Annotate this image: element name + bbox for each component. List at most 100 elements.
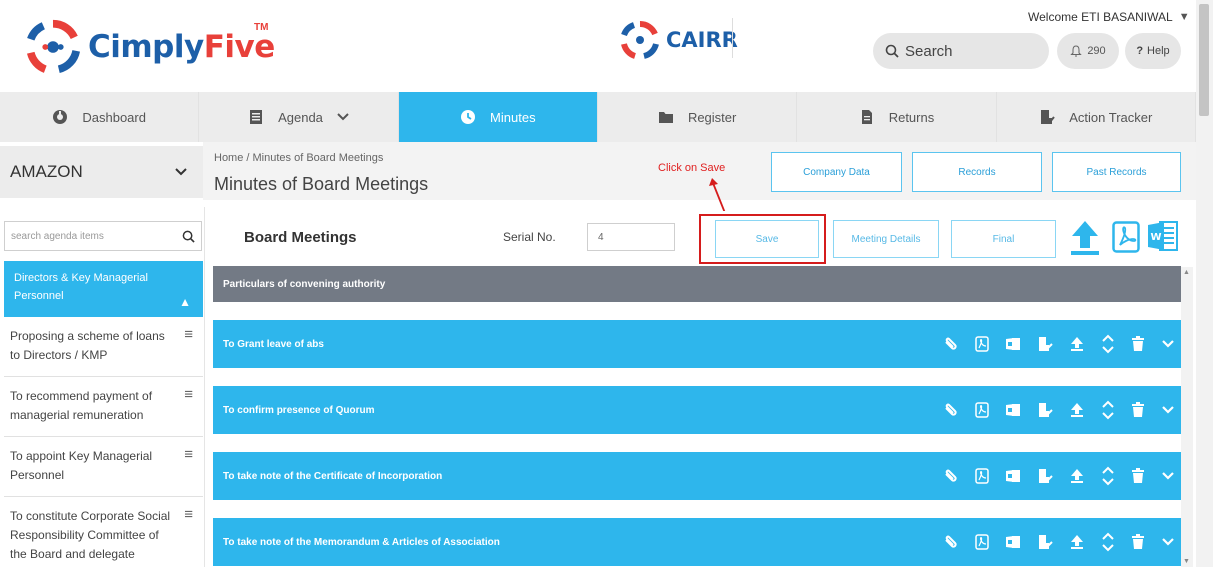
chevron-down-icon[interactable] [1161, 405, 1175, 415]
sidebar-item-loans-directors[interactable]: Proposing a scheme of loans to Directors… [4, 319, 203, 377]
notifications-button[interactable]: 290 [1057, 33, 1119, 69]
scroll-up-icon[interactable]: ▲ [1183, 269, 1190, 276]
drag-handle-icon[interactable]: ≡ [184, 385, 193, 404]
reorder-icon[interactable] [1101, 465, 1115, 487]
pdf-icon[interactable] [975, 336, 989, 352]
attachment-icon[interactable] [943, 336, 959, 352]
page-scrollbar-thumb[interactable] [1199, 4, 1209, 116]
sidebar-item-csr-committee[interactable]: To constitute Corporate Social Responsib… [4, 499, 203, 567]
minutes-panel: Board Meetings Serial No. 4 Save Meeting… [213, 211, 1181, 567]
serial-number-input[interactable]: 4 [587, 223, 675, 251]
sidebar-group-directors-kmp[interactable]: Directors & Key Managerial Personnel ▲ [4, 261, 203, 317]
trash-icon[interactable] [1131, 534, 1145, 550]
past-records-button[interactable]: Past Records [1052, 152, 1181, 192]
drag-handle-icon[interactable]: ≡ [184, 445, 193, 464]
breadcrumb[interactable]: Home / Minutes of Board Meetings [214, 152, 383, 164]
attachment-icon[interactable] [943, 402, 959, 418]
trash-icon[interactable] [1131, 468, 1145, 484]
sidebar-item-label: Proposing a scheme of loans to Directors… [10, 329, 165, 362]
word-icon[interactable]: W [1148, 219, 1178, 253]
upload-icon[interactable] [1069, 402, 1085, 418]
reorder-icon[interactable] [1101, 531, 1115, 553]
agenda-item-row[interactable]: To take note of the Certificate of Incor… [213, 452, 1181, 500]
page-scrollbar[interactable] [1196, 0, 1213, 567]
user-menu[interactable]: Welcome ETI BASANIWAL ▼ [1028, 10, 1190, 24]
agenda-item-row[interactable]: To take note of the Memorandum & Article… [213, 518, 1181, 566]
help-label: Help [1147, 45, 1170, 57]
meeting-toolbar: Board Meetings Serial No. 4 Save Meeting… [213, 211, 1181, 264]
agenda-item-title: To take note of the Certificate of Incor… [223, 470, 443, 482]
company-data-button[interactable]: Company Data [771, 152, 902, 192]
sidebar-item-appoint-kmp[interactable]: To appoint Key Managerial Personnel ≡ [4, 439, 203, 497]
particulars-header[interactable]: Particulars of convening authority [213, 266, 1181, 302]
chevron-down-icon[interactable] [1161, 471, 1175, 481]
nav-agenda[interactable]: Agenda [199, 92, 399, 142]
question-icon: ? [1136, 45, 1144, 57]
action-tracker-icon [1041, 110, 1056, 124]
edit-document-icon[interactable] [1037, 402, 1053, 418]
cairr-logo[interactable]: CAIRR [620, 20, 738, 60]
nav-minutes-label: Minutes [490, 109, 536, 125]
nav-register-label: Register [687, 109, 737, 125]
cimplyfive-logo[interactable]: CimplyFive TM [24, 18, 275, 76]
help-button[interactable]: ? Help [1125, 33, 1181, 69]
company-selector[interactable]: AMAZON [0, 146, 203, 198]
edit-document-icon[interactable] [1037, 336, 1053, 352]
dashboard-icon [53, 110, 68, 124]
content-scrollbar[interactable]: ▲ ▼ [1181, 267, 1193, 567]
click-on-save-annotation: Click on Save [658, 162, 726, 174]
upload-icon[interactable] [1070, 220, 1100, 256]
search-button[interactable]: Search [873, 33, 1049, 69]
section-title: Board Meetings [244, 229, 357, 246]
pdf-icon[interactable] [975, 468, 989, 484]
agenda-search-input[interactable]: search agenda items [4, 221, 202, 251]
agenda-item-row[interactable]: To Grant leave of abs [213, 320, 1181, 368]
brand-name-part1: Cimply [88, 29, 204, 65]
upload-icon[interactable] [1069, 468, 1085, 484]
agenda-item-actions [943, 320, 1175, 368]
chevron-up-icon[interactable]: ▲ [179, 293, 191, 311]
chevron-down-icon[interactable] [1161, 537, 1175, 547]
upload-icon[interactable] [1069, 336, 1085, 352]
page-header: Home / Minutes of Board Meetings Minutes… [203, 142, 1196, 200]
scroll-down-icon[interactable]: ▼ [1183, 558, 1190, 565]
cairr-name: CAIRR [666, 28, 738, 52]
trash-icon[interactable] [1131, 336, 1145, 352]
final-button[interactable]: Final [951, 220, 1056, 258]
nav-action-tracker[interactable]: Action Tracker [997, 92, 1196, 142]
edit-document-icon[interactable] [1037, 468, 1053, 484]
company-name: AMAZON [10, 162, 83, 181]
word-icon[interactable] [1005, 336, 1021, 352]
edit-document-icon[interactable] [1037, 534, 1053, 550]
search-icon[interactable] [182, 230, 195, 243]
agenda-item-actions [943, 518, 1175, 566]
pdf-icon[interactable] [975, 534, 989, 550]
reorder-icon[interactable] [1101, 333, 1115, 355]
nav-register[interactable]: Register [598, 92, 798, 142]
attachment-icon[interactable] [943, 534, 959, 550]
reorder-icon[interactable] [1101, 399, 1115, 421]
chevron-down-icon[interactable] [1161, 339, 1175, 349]
upload-icon[interactable] [1069, 534, 1085, 550]
folder-icon [658, 112, 673, 123]
sidebar-item-label: To recommend payment of managerial remun… [10, 389, 153, 422]
app-window: CimplyFive TM CAIRR Welcome ETI BASANIWA… [0, 0, 1213, 567]
word-icon[interactable] [1005, 402, 1021, 418]
pdf-icon[interactable] [975, 402, 989, 418]
nav-returns[interactable]: Returns [797, 92, 997, 142]
attachment-icon[interactable] [943, 468, 959, 484]
annotation-arrow-icon [709, 178, 726, 214]
word-icon[interactable] [1005, 468, 1021, 484]
meeting-details-button[interactable]: Meeting Details [833, 220, 939, 258]
nav-dashboard[interactable]: Dashboard [0, 92, 200, 142]
sidebar-item-managerial-remuneration[interactable]: To recommend payment of managerial remun… [4, 379, 203, 437]
trash-icon[interactable] [1131, 402, 1145, 418]
records-button[interactable]: Records [912, 152, 1042, 192]
drag-handle-icon[interactable]: ≡ [184, 325, 193, 344]
agenda-item-row[interactable]: To confirm presence of Quorum [213, 386, 1181, 434]
pdf-icon[interactable] [1112, 221, 1140, 253]
nav-returns-label: Returns [888, 109, 935, 125]
drag-handle-icon[interactable]: ≡ [184, 505, 193, 524]
nav-minutes[interactable]: Minutes [398, 92, 598, 142]
word-icon[interactable] [1005, 534, 1021, 550]
